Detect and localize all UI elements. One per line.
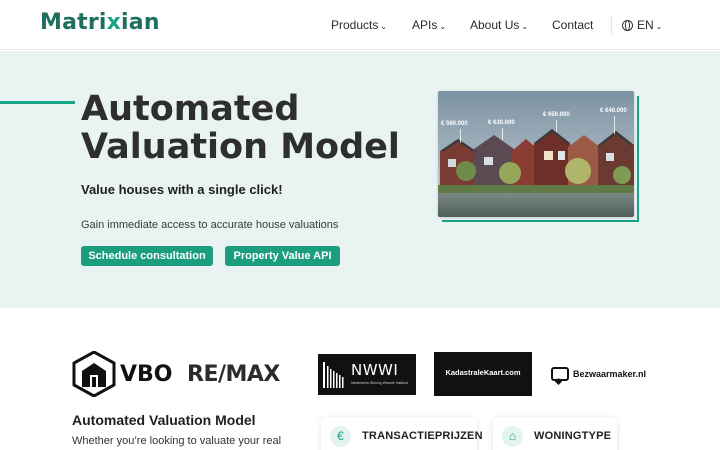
section-description: Whether you’re looking to valuate your r…	[72, 435, 282, 447]
hero-description: Gain immediate access to accurate house …	[81, 219, 339, 231]
price-pin	[614, 116, 615, 134]
globe-icon	[622, 20, 633, 31]
feature-card-label: WONINGTYPE	[534, 430, 612, 442]
nav-divider	[611, 15, 612, 35]
chevron-down-icon: ⌄	[439, 22, 447, 31]
kadastralekaart-logo-text: KadastraleKaart.com	[445, 368, 521, 377]
nav-products-label: Products	[331, 18, 379, 32]
price-label: € 650.000	[543, 112, 570, 118]
schedule-consultation-button[interactable]: Schedule consultation	[81, 246, 213, 266]
matrixian-logo[interactable]: Matrixian	[40, 10, 160, 35]
price-label: € 640.000	[600, 108, 627, 114]
nwwi-bars-icon	[323, 362, 344, 388]
bezwaarmaker-logo-text: Bezwaarmaker.nl	[573, 369, 647, 379]
vbo-logo: VBO	[120, 362, 173, 387]
nav-products[interactable]: Products ⌄	[331, 18, 387, 32]
euro-icon: €	[330, 426, 351, 447]
hero-accent-line	[0, 101, 75, 104]
feature-card-transactieprijzen[interactable]: € TRANSACTIEPRIJZEN	[321, 417, 483, 450]
logo-text-2: ian	[121, 10, 160, 35]
nav-apis[interactable]: APIs ⌄	[412, 18, 446, 32]
nav-contact[interactable]: Contact	[552, 18, 593, 32]
language-label: EN	[637, 18, 654, 32]
nwwi-logo-subtext: Nederlands Woning Waarde Instituut	[351, 381, 409, 385]
page: Matrixian Products ⌄ APIs ⌄ About Us ⌄ Cont…	[0, 0, 720, 450]
logo-text-1: Matri	[40, 10, 107, 35]
nav-apis-label: APIs	[412, 18, 438, 32]
hero-title: Automated Valuation Model	[81, 89, 400, 167]
vbo-logo-icon	[72, 350, 116, 402]
nav-contact-label: Contact	[552, 18, 594, 32]
price-label: € 630.000	[488, 120, 515, 126]
price-label: € 560.000	[441, 121, 468, 127]
houses-photo: € 560.000 € 630.000 € 650.000 € 640.000	[438, 91, 634, 217]
nav-about-label: About Us	[470, 18, 520, 32]
nwwi-logo-text: NWWI	[351, 361, 399, 379]
house-icon: ⌂	[502, 426, 523, 447]
language-selector[interactable]: EN ⌄	[622, 18, 662, 32]
property-value-api-button[interactable]: Property Value API	[225, 246, 340, 266]
kadastralekaart-logo: KadastraleKaart.com	[434, 352, 532, 396]
price-pin	[502, 128, 503, 140]
chevron-down-icon: ⌄	[380, 22, 388, 31]
hero-subtitle: Value houses with a single click!	[81, 182, 283, 197]
speech-bubble-icon	[551, 367, 569, 381]
price-pin	[460, 129, 461, 143]
site-header: Matrixian Products ⌄ APIs ⌄ About Us ⌄ Cont…	[0, 0, 720, 50]
chevron-down-icon: ⌄	[655, 22, 663, 31]
chevron-down-icon: ⌄	[521, 22, 529, 31]
remax-logo: RE/MAX	[187, 362, 280, 387]
section-title: Automated Valuation Model	[72, 412, 256, 428]
feature-card-label: TRANSACTIEPRIJZEN	[362, 430, 483, 442]
nwwi-logo: NWWI Nederlands Woning Waarde Instituut	[318, 354, 416, 395]
price-pin	[556, 120, 557, 132]
nav-about-us[interactable]: About Us ⌄	[470, 18, 528, 32]
feature-card-woningtype[interactable]: ⌂ WONINGTYPE	[493, 417, 617, 450]
logo-text-x: x	[106, 10, 122, 35]
